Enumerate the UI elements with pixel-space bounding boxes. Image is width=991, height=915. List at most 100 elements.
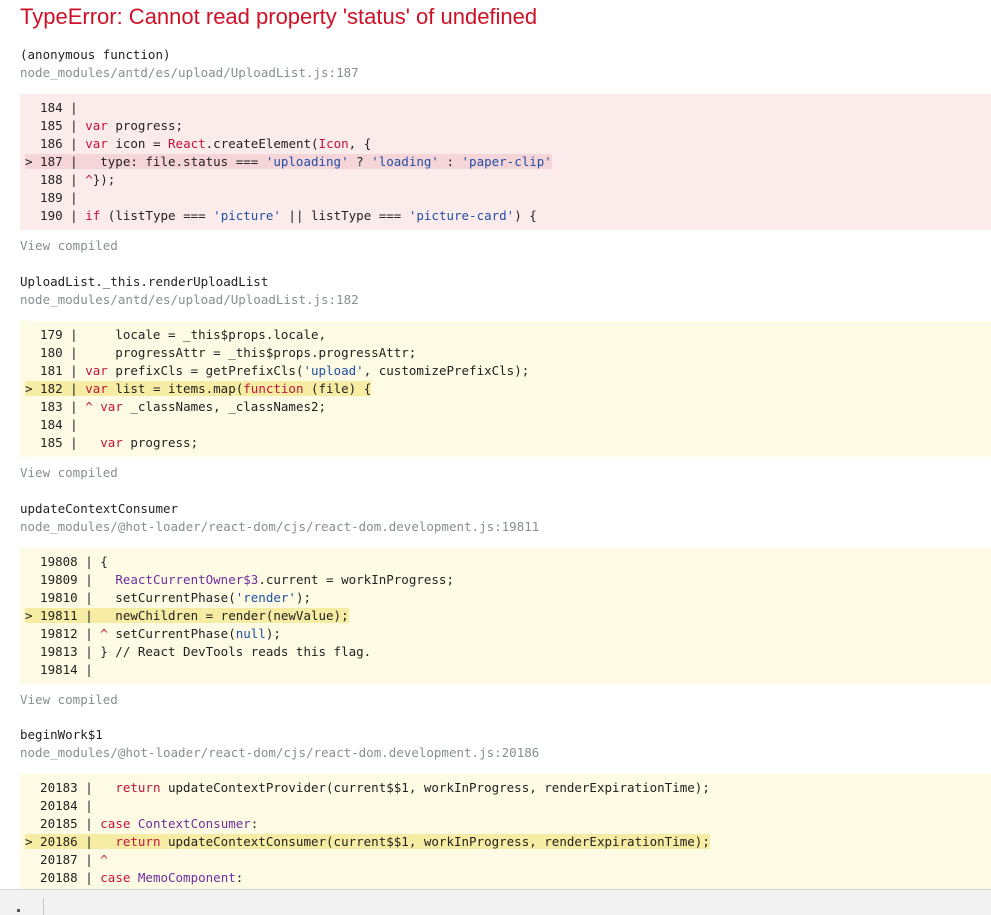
code-line: 186 | var icon = React.createElement(Ico… [25,135,991,153]
code-token: 19808 | { [25,554,108,569]
code-line: 184 | [25,99,991,117]
code-token: var [100,435,123,450]
code-token: progress; [107,118,184,133]
code-token: 190 | [25,208,86,223]
code-token: return [115,780,161,795]
code-token: ^ [100,852,108,867]
code-token: 19812 | [25,626,101,641]
code-line: 190 | if (listType === 'picture' || list… [25,207,991,225]
code-token: 183 | [25,399,86,414]
code-token: var [100,399,123,414]
code-token: 180 | progressAttr = _this$props.progres… [25,345,417,360]
code-token: .current = workInProgress; [258,572,454,587]
code-token: 'paper-clip' [461,154,552,169]
frame-file-location[interactable]: node_modules/antd/es/upload/UploadList.j… [20,291,991,309]
code-token: 19814 | [25,662,101,677]
stack-frame-render-upload-list: UploadList._this.renderUploadList node_m… [20,273,991,482]
code-token: ? [348,154,372,169]
error-title: TypeError: Cannot read property 'status'… [20,4,538,29]
code-token: var [85,363,108,378]
toolbar-handle-icon[interactable] [17,909,20,912]
code-token: updateContextConsumer(current$$1, workIn… [160,834,710,849]
view-compiled-link[interactable]: View compiled [20,237,991,255]
highlighted-code-line: > 19811 | newChildren = render(newValue)… [25,607,991,625]
code-token: ^ [100,626,108,641]
view-compiled-link[interactable]: View compiled [20,464,991,482]
frame-function-name: (anonymous function) [20,47,171,62]
code-line: 185 | var progress; [25,117,991,135]
bottom-toolbar [0,889,991,915]
code-token: 19810 | setCurrentPhase( [25,590,236,605]
stack-frame-anonymous: (anonymous function) node_modules/antd/e… [20,46,991,255]
highlighted-code-line: > 20186 | return updateContextConsumer(c… [25,833,991,851]
code-token: list = items.map( [107,381,244,396]
code-token: 181 | [25,363,86,378]
code-token: : [235,870,244,885]
code-token: if [85,208,101,223]
code-line: 19814 | [25,661,991,679]
code-line: 20187 | ^ [25,851,991,869]
frame-function-name: UploadList._this.renderUploadList [20,274,269,289]
code-token: return [115,834,161,849]
code-token: > 19811 | newChildren = render(newValue)… [25,608,349,623]
code-token: (listType === [100,208,214,223]
code-token: 20187 | [25,852,101,867]
code-token: 20183 | [25,780,116,795]
code-token: > 20186 | [25,834,116,849]
code-line: 20184 | [25,797,991,815]
code-token: case [100,816,131,831]
view-compiled-link[interactable]: View compiled [20,691,991,709]
code-token: 'upload' [303,363,364,378]
code-token: 'picture-card' [408,208,515,223]
code-line: 20183 | return updateContextProvider(cur… [25,779,991,797]
code-token: > 182 | [25,381,86,396]
code-token: ); [265,626,281,641]
code-token: 20188 | [25,870,101,885]
code-token: MemoComponent [137,870,236,885]
code-token: ) { [514,208,537,223]
code-line: 19809 | ReactCurrentOwner$3.current = wo… [25,571,991,589]
code-token: 'uploading' [265,154,349,169]
code-token: 'loading' [371,154,439,169]
code-line: 19810 | setCurrentPhase('render'); [25,589,991,607]
code-token: 179 | locale = _this$props.locale, [25,327,327,342]
code-token: , customizePrefixCls); [363,363,530,378]
code-token: var [85,118,108,133]
code-token: 189 | [25,190,86,205]
code-token: var [85,136,108,151]
code-token: 19809 | [25,572,116,587]
code-line: 180 | progressAttr = _this$props.progres… [25,344,991,362]
code-snippet: 20183 | return updateContextProvider(cur… [20,774,991,892]
frame-file-location[interactable]: node_modules/antd/es/upload/UploadList.j… [20,64,991,82]
code-token: || listType === [280,208,409,223]
code-line: 185 | var progress; [25,434,991,452]
code-line: 19812 | ^ setCurrentPhase(null); [25,625,991,643]
code-token: }); [92,172,116,187]
code-token: 186 | [25,136,86,151]
code-token: 'picture' [213,208,281,223]
code-token: , { [348,136,372,151]
stack-frame-begin-work: beginWork$1 node_modules/@hot-loader/rea… [20,726,991,892]
code-snippet: 179 | locale = _this$props.locale, 180 |… [20,321,991,457]
code-line: 20188 | case MemoComponent: [25,869,991,887]
frame-file-location[interactable]: node_modules/@hot-loader/react-dom/cjs/r… [20,518,991,536]
code-token: 188 | [25,172,86,187]
code-token: function [243,381,304,396]
code-token: prefixCls = getPrefixCls( [107,363,304,378]
stack-frame-update-context-consumer: updateContextConsumer node_modules/@hot-… [20,500,991,709]
code-token: updateContextProvider(current$$1, workIn… [160,780,710,795]
code-line: 184 | [25,416,991,434]
code-token: progress; [122,435,199,450]
code-line: 179 | locale = _this$props.locale, [25,326,991,344]
code-token: var [85,381,108,396]
code-token: icon = [107,136,169,151]
code-token: .createElement( [205,136,319,151]
code-token: React [168,136,206,151]
code-token: 184 | [25,417,86,432]
code-token: null [235,626,266,641]
code-snippet: 184 | 185 | var progress; 186 | var icon… [20,94,991,230]
frame-file-location[interactable]: node_modules/@hot-loader/react-dom/cjs/r… [20,744,991,762]
code-line: 188 | ^}); [25,171,991,189]
